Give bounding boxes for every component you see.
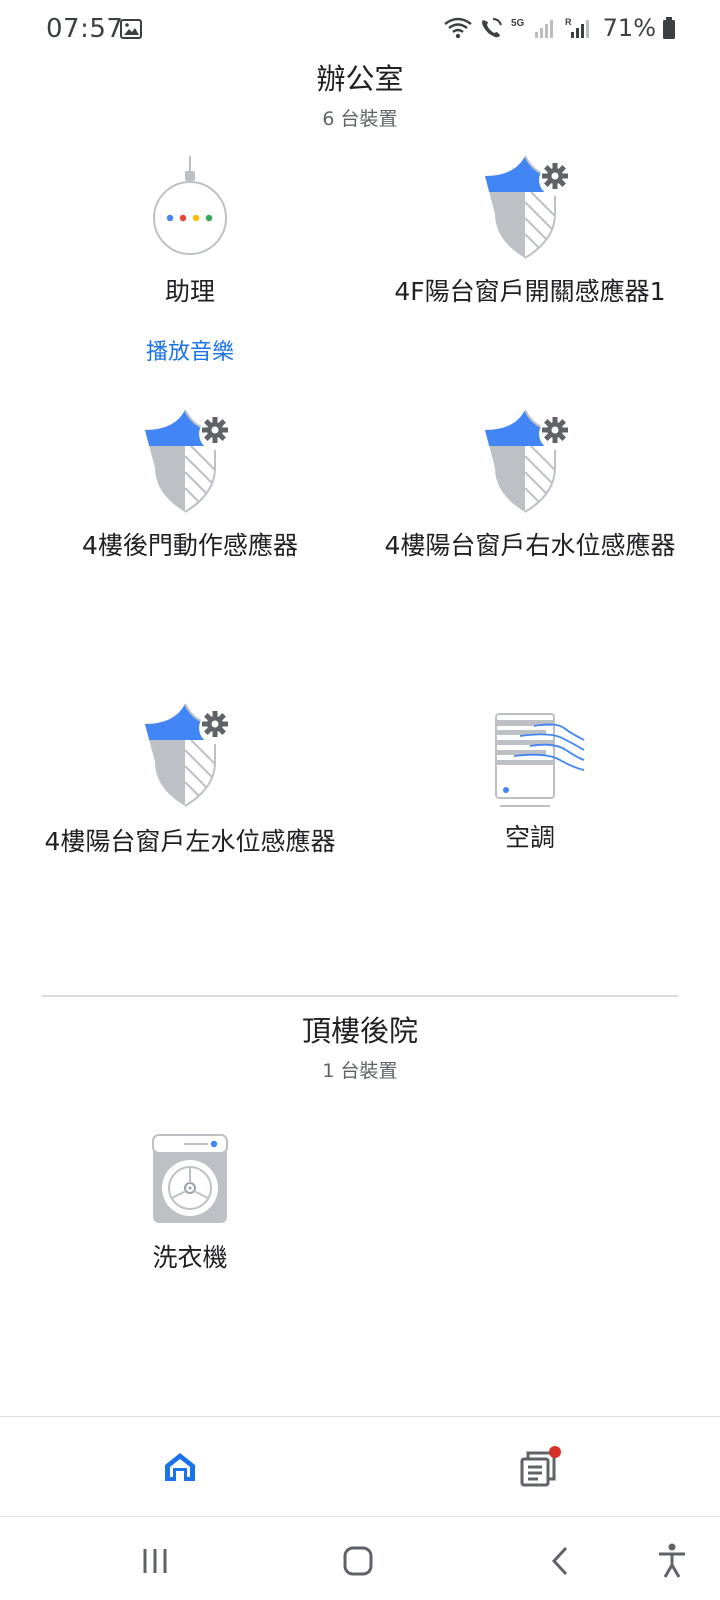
- wifi-call-icon: [481, 18, 502, 38]
- device-label: 空調: [504, 823, 555, 852]
- status-time: 07:57: [46, 14, 124, 44]
- air-conditioner-icon: [495, 713, 585, 807]
- device-tile-assistant[interactable]: 助理 播放音樂: [20, 150, 360, 380]
- mobile-signal-roaming-icon: R: [565, 17, 589, 38]
- device-label: 4樓陽台窗戶左水位感應器: [44, 827, 336, 856]
- room-device-count: 6 台裝置: [322, 108, 398, 130]
- recent-apps-icon: [143, 1549, 167, 1573]
- status-roaming-label: R: [565, 17, 572, 27]
- washer-icon: [152, 1134, 228, 1223]
- security-sensor-icon: [145, 409, 231, 513]
- accessibility-icon: [659, 1543, 685, 1578]
- status-icons: 5G R 71%: [443, 14, 676, 42]
- feed-icon: [520, 1446, 561, 1487]
- home-icon: [165, 1453, 195, 1481]
- back-icon: [551, 1546, 568, 1576]
- device-label: 助理: [164, 277, 215, 306]
- room-title: 辦公室: [316, 62, 404, 96]
- room-title: 頂樓後院: [301, 1014, 418, 1048]
- recent-apps-button[interactable]: [131, 1539, 179, 1583]
- device-label: 洗衣機: [152, 1243, 228, 1272]
- device-tile-air-conditioner[interactable]: 空調: [360, 702, 700, 902]
- device-tile-4f-window-sensor[interactable]: 4F陽台窗戶開關感應器1: [360, 150, 700, 380]
- section-divider: [42, 995, 678, 997]
- tab-home[interactable]: [0, 1417, 360, 1517]
- device-label: 4樓陽台窗戶右水位感應器: [384, 531, 676, 560]
- gallery-notification-icon: [120, 19, 142, 39]
- back-button[interactable]: [536, 1539, 584, 1583]
- security-sensor-icon: [145, 703, 231, 807]
- bottom-tab-bar: [0, 1416, 720, 1516]
- system-nav-bar: [0, 1516, 720, 1600]
- device-tile-left-water-sensor[interactable]: 4樓陽台窗戶左水位感應器: [20, 702, 360, 912]
- tab-feed[interactable]: [360, 1417, 720, 1517]
- security-sensor-icon: [485, 409, 571, 513]
- device-tile-back-door-motion-sensor[interactable]: 4樓後門動作感應器: [20, 404, 360, 614]
- home-nav-icon: [343, 1546, 373, 1576]
- notification-badge: [549, 1446, 561, 1458]
- device-tile-right-water-sensor[interactable]: 4樓陽台窗戶右水位感應器: [360, 404, 700, 614]
- home-nav-button[interactable]: [334, 1539, 382, 1583]
- room-device-count: 1 台裝置: [322, 1060, 398, 1082]
- speaker-icon: [153, 156, 227, 255]
- status-bar: 07:57 5G R 71%: [0, 0, 720, 62]
- mobile-signal-5g-icon: 5G: [511, 18, 553, 38]
- status-5g-label: 5G: [511, 18, 525, 29]
- device-tile-washer[interactable]: 洗衣機: [20, 1128, 360, 1288]
- play-music-link[interactable]: 播放音樂: [20, 334, 360, 366]
- wifi-icon: [443, 17, 472, 39]
- battery-percentage: 71%: [602, 14, 656, 42]
- security-sensor-icon: [485, 155, 571, 259]
- device-label: 4樓後門動作感應器: [82, 531, 298, 560]
- battery-icon: [663, 17, 675, 39]
- accessibility-button[interactable]: [648, 1539, 696, 1583]
- device-label: 4F陽台窗戶開關感應器1: [394, 277, 666, 306]
